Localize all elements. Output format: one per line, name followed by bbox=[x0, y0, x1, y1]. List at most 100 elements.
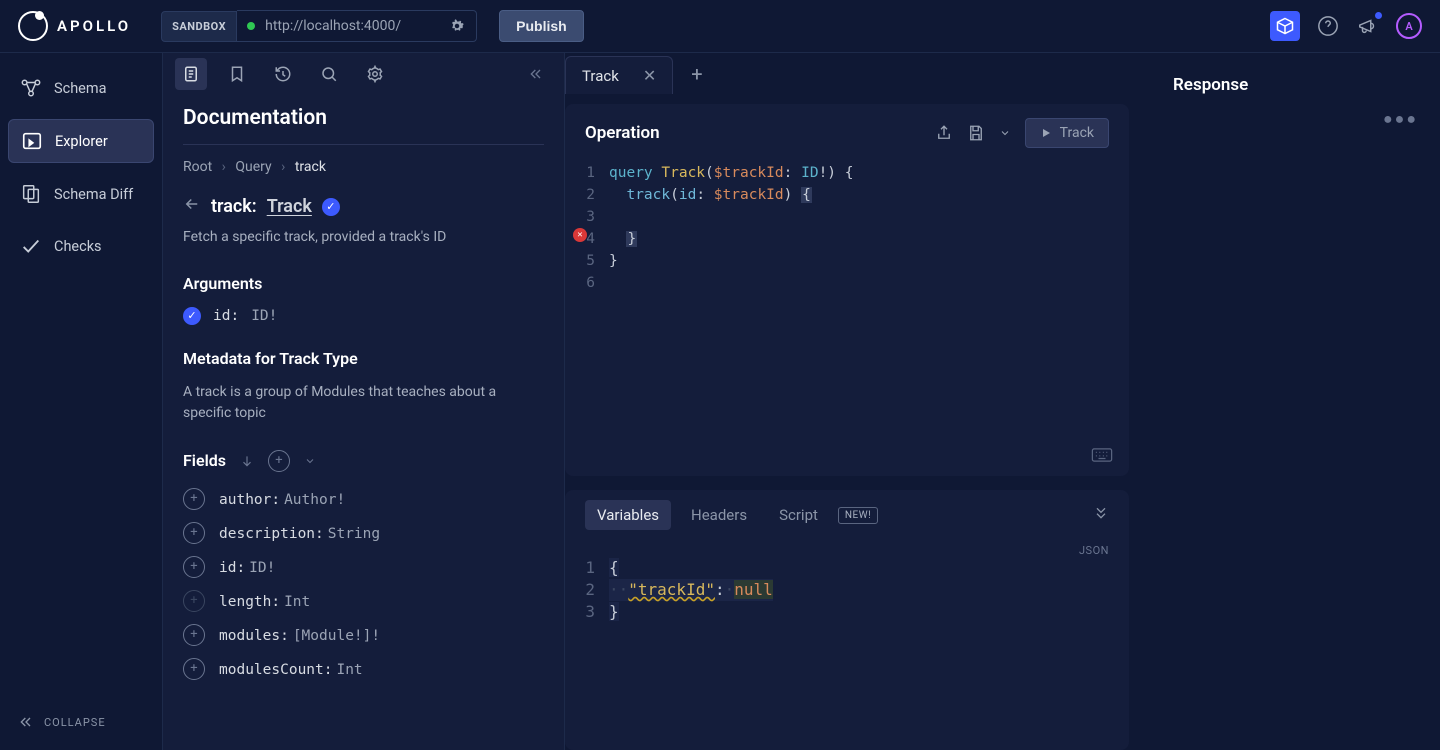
history-button[interactable] bbox=[267, 58, 299, 90]
field-row-length: + length: Int bbox=[183, 590, 544, 612]
sidebar: Schema Explorer Schema Diff Checks COLLA… bbox=[0, 53, 163, 750]
chevron-right-icon: › bbox=[222, 159, 226, 175]
response-menu-button[interactable]: ●●● bbox=[1383, 109, 1418, 129]
type-link[interactable]: Track bbox=[267, 196, 312, 217]
editors: Operation Track bbox=[565, 94, 1145, 750]
breadcrumb-current: track bbox=[295, 159, 326, 175]
field-name: author: bbox=[219, 492, 280, 508]
doc-settings-button[interactable] bbox=[359, 58, 391, 90]
variables-editor[interactable]: 1 2 3 {··"trackId":·null} bbox=[565, 557, 1129, 623]
endpoint-url-box[interactable]: http://localhost:4000/ bbox=[237, 10, 477, 42]
field-name: description: bbox=[219, 526, 324, 542]
collapse-sidebar-button[interactable]: COLLAPSE bbox=[8, 708, 154, 736]
run-button[interactable]: Track bbox=[1025, 118, 1109, 148]
operation-card: Operation Track bbox=[565, 104, 1129, 476]
line-gutter: 1 2 3 ✕4 5 6 bbox=[579, 162, 609, 476]
field-type[interactable]: Int bbox=[284, 594, 310, 610]
sidebar-item-label: Schema bbox=[54, 80, 106, 97]
field-name: id: bbox=[219, 560, 245, 576]
field-type[interactable]: Int bbox=[336, 662, 362, 678]
history-icon bbox=[274, 65, 292, 83]
breadcrumb-root[interactable]: Root bbox=[183, 159, 212, 175]
close-tab-button[interactable]: ✕ bbox=[643, 66, 656, 85]
help-icon[interactable] bbox=[1316, 14, 1340, 38]
sidebar-item-label: Schema Diff bbox=[54, 186, 133, 203]
sidebar-item-label: Explorer bbox=[55, 133, 108, 150]
arg-type[interactable]: ID! bbox=[251, 308, 277, 324]
run-label: Track bbox=[1060, 125, 1094, 141]
chevron-double-left-icon bbox=[528, 66, 544, 82]
operation-title: Operation bbox=[585, 123, 921, 143]
add-field-button[interactable]: + bbox=[183, 522, 205, 544]
breadcrumb: Root › Query › track bbox=[183, 159, 544, 175]
tab-headers[interactable]: Headers bbox=[679, 500, 759, 530]
explorer-icon bbox=[21, 130, 43, 152]
sidebar-item-schema-diff[interactable]: Schema Diff bbox=[8, 173, 154, 215]
field-row-modulescount: + modulesCount: Int bbox=[183, 658, 544, 680]
field-type[interactable]: [Module!]! bbox=[293, 628, 380, 644]
argument-row: ✓ id: ID! bbox=[183, 307, 544, 325]
add-field-button[interactable]: + bbox=[183, 624, 205, 646]
metadata-heading: Metadata for Track Type bbox=[183, 349, 544, 368]
add-field-button[interactable]: + bbox=[183, 556, 205, 578]
field-type[interactable]: String bbox=[328, 526, 380, 542]
back-button[interactable] bbox=[183, 195, 201, 218]
main: Schema Explorer Schema Diff Checks COLLA… bbox=[0, 53, 1440, 750]
tab-variables[interactable]: Variables bbox=[585, 500, 671, 530]
sandbox-badge: SANDBOX bbox=[161, 11, 237, 42]
arg-selected-icon[interactable]: ✓ bbox=[183, 307, 201, 325]
field-type[interactable]: Author! bbox=[284, 492, 345, 508]
sidebar-item-schema[interactable]: Schema bbox=[8, 67, 154, 109]
type-description: Fetch a specific track, provided a track… bbox=[183, 228, 544, 248]
type-header: track: Track ✓ bbox=[183, 195, 544, 218]
sidebar-item-checks[interactable]: Checks bbox=[8, 225, 154, 267]
divider bbox=[183, 144, 544, 145]
chevron-down-icon bbox=[999, 127, 1011, 139]
selected-check-icon[interactable]: ✓ bbox=[322, 198, 340, 216]
studio-icon[interactable] bbox=[1270, 11, 1300, 41]
play-icon bbox=[1040, 127, 1052, 139]
collapse-doc-button[interactable] bbox=[520, 58, 552, 90]
brand-logo: APOLLO bbox=[18, 11, 131, 41]
field-name: modules: bbox=[219, 628, 289, 644]
field-name: length: bbox=[219, 594, 280, 610]
doc-mode-button[interactable] bbox=[175, 58, 207, 90]
operation-editor[interactable]: 1 2 3 ✕4 5 6 query Track($trackId: ID!) … bbox=[565, 162, 1129, 476]
add-field-button[interactable]: + bbox=[183, 590, 205, 612]
collapse-icon bbox=[18, 714, 34, 730]
save-button[interactable] bbox=[967, 124, 985, 142]
publish-button[interactable]: Publish bbox=[499, 10, 584, 42]
expand-variables-button[interactable] bbox=[1093, 505, 1109, 525]
settings-icon[interactable] bbox=[448, 17, 466, 35]
fields-header: Fields + bbox=[183, 450, 544, 472]
workspace: Documentation Root › Query › track track… bbox=[163, 53, 1440, 750]
share-icon bbox=[935, 124, 953, 142]
add-all-fields-button[interactable]: + bbox=[268, 450, 290, 472]
save-menu-button[interactable] bbox=[999, 127, 1011, 139]
search-button[interactable] bbox=[313, 58, 345, 90]
error-icon[interactable]: ✕ bbox=[573, 228, 587, 242]
chevron-right-icon: › bbox=[281, 159, 285, 175]
tab-script[interactable]: Script bbox=[767, 500, 830, 530]
arrow-left-icon bbox=[183, 195, 201, 213]
breadcrumb-query[interactable]: Query bbox=[235, 159, 271, 175]
sidebar-item-explorer[interactable]: Explorer bbox=[8, 119, 154, 163]
field-type[interactable]: ID! bbox=[249, 560, 275, 576]
query-tabbar: Track ✕ + bbox=[565, 53, 1145, 94]
diff-icon bbox=[20, 183, 42, 205]
bookmark-button[interactable] bbox=[221, 58, 253, 90]
chevron-down-icon[interactable] bbox=[304, 455, 316, 467]
topbar-icons: A bbox=[1270, 11, 1422, 41]
field-name: modulesCount: bbox=[219, 662, 333, 678]
add-tab-button[interactable]: + bbox=[677, 54, 716, 94]
add-field-button[interactable]: + bbox=[183, 488, 205, 510]
query-tab[interactable]: Track ✕ bbox=[565, 56, 673, 94]
arrow-down-icon[interactable] bbox=[240, 454, 254, 468]
checks-icon bbox=[20, 235, 42, 257]
announcements-icon[interactable] bbox=[1356, 14, 1380, 38]
user-avatar[interactable]: A bbox=[1396, 13, 1422, 39]
keyboard-shortcuts-button[interactable] bbox=[1091, 447, 1113, 466]
add-field-button[interactable]: + bbox=[183, 658, 205, 680]
share-button[interactable] bbox=[935, 124, 953, 142]
search-icon bbox=[320, 65, 338, 83]
